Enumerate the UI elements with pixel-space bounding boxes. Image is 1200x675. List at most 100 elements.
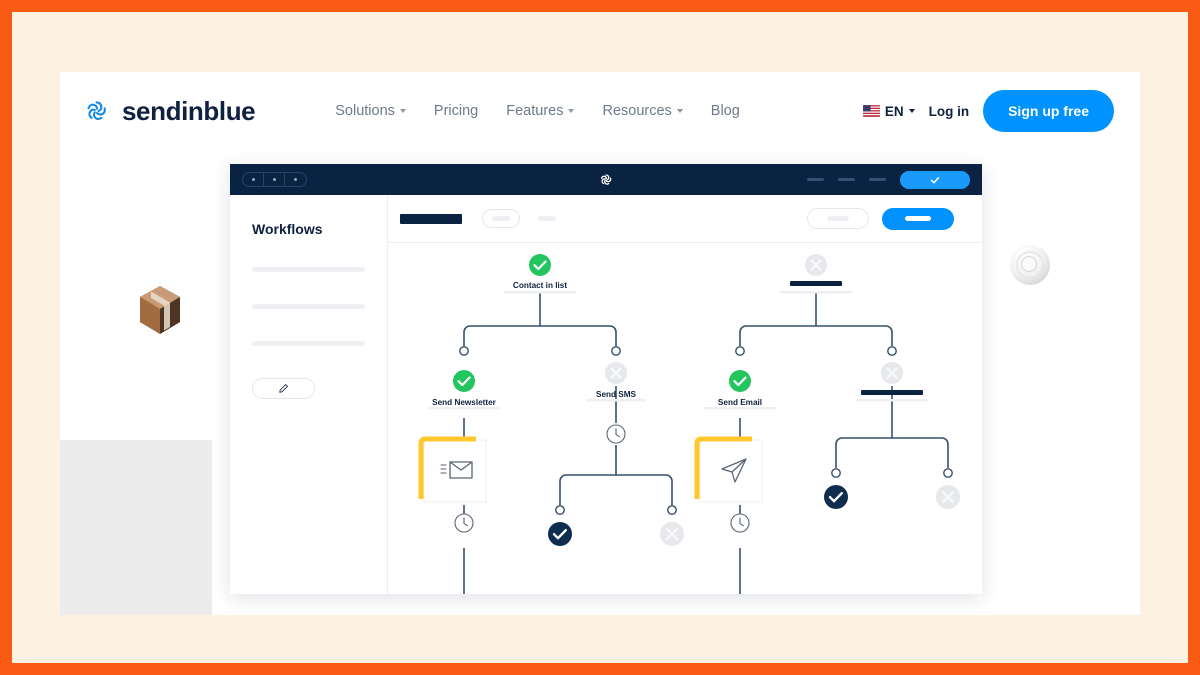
3d-box-object (140, 286, 180, 334)
outcome-sms-yes (548, 522, 572, 546)
check-icon (930, 176, 940, 183)
status-badge-send-newsletter (453, 370, 475, 392)
product-app-window: Workflows Contact in list Send Newslette… (230, 164, 982, 594)
workflow-canvas[interactable]: .ln { fill:none; stroke:#35506F; stroke-… (388, 243, 982, 594)
sidebar-placeholder-line[interactable] (252, 267, 365, 272)
toolbar-secondary-button[interactable] (807, 208, 869, 229)
page-left-panel (60, 150, 212, 440)
nav-dot[interactable] (285, 173, 306, 186)
nav-item-solutions[interactable]: Solutions (335, 103, 406, 119)
connector-dot (459, 346, 469, 356)
nav-label: Resources (602, 103, 672, 119)
chevron-down-icon (399, 109, 406, 113)
timer-sms (606, 424, 626, 444)
nav-label: Pricing (433, 103, 479, 119)
toolbar-pill-button[interactable] (482, 209, 520, 228)
window-dash-icon (869, 178, 886, 181)
sidebar-title: Workflows (252, 221, 323, 237)
node-label-right-action (861, 390, 923, 395)
toolbar-ghost-button[interactable] (538, 216, 556, 221)
label-underline (780, 291, 852, 294)
app-main: .ln { fill:none; stroke:#35506F; stroke-… (388, 195, 982, 594)
connector-dot (667, 505, 677, 515)
app-sidebar: Workflows (230, 195, 388, 594)
left-branch-connectors (463, 291, 617, 346)
right-right (892, 437, 949, 468)
status-badge-right-action (881, 362, 903, 384)
connector-dot (611, 346, 621, 356)
node-label-contact-in-list: Contact in list (512, 281, 568, 290)
signup-button[interactable]: Sign up free (983, 90, 1114, 132)
language-selector[interactable]: EN (862, 103, 915, 119)
site-header: sendinblue Solutions Pricing Features Re… (60, 72, 1140, 150)
window-controls (807, 170, 970, 189)
page-frame: sendinblue Solutions Pricing Features Re… (0, 0, 1200, 675)
toolbar-actions (807, 207, 954, 230)
node-label-right-trigger (790, 281, 842, 286)
brand-name: sendinblue (122, 95, 256, 126)
status-badge-send-sms (605, 362, 627, 384)
window-nav-dots[interactable] (242, 172, 307, 187)
sidebar-edit-button[interactable] (252, 378, 315, 399)
pencil-icon (279, 384, 288, 393)
app-titlebar (230, 164, 982, 195)
main-nav: Solutions Pricing Features Resources Blo… (335, 103, 740, 119)
toolbar-primary-button[interactable] (882, 207, 954, 230)
label-underline (704, 407, 776, 410)
status-badge-send-email (729, 370, 751, 392)
brand-logo[interactable]: sendinblue (82, 95, 256, 127)
sms-left (559, 474, 616, 505)
nav-dot[interactable] (264, 173, 285, 186)
nav-dot[interactable] (243, 173, 264, 186)
outcome-sms-no (660, 522, 684, 546)
label-underline (428, 407, 500, 410)
outcome-right-no (936, 485, 960, 509)
toolbar-title-placeholder (400, 213, 462, 224)
nav-label: Features (506, 103, 564, 119)
nav-item-blog[interactable]: Blog (711, 103, 740, 119)
app-toolbar (388, 195, 982, 243)
chevron-down-icon (568, 109, 575, 113)
connector-dot (831, 468, 841, 478)
connector-dot (943, 468, 953, 478)
us-flag-icon (862, 105, 880, 117)
sidebar-placeholder-line[interactable] (252, 304, 365, 309)
sms-right (616, 474, 673, 505)
window-dash-icon (838, 178, 855, 181)
chevron-down-icon (908, 109, 915, 113)
login-link[interactable]: Log in (929, 104, 970, 119)
nav-item-pricing[interactable]: Pricing (434, 103, 478, 119)
node-label-send-newsletter: Send Newsletter (432, 398, 496, 407)
connector-dot (887, 346, 897, 356)
label-underline (856, 399, 928, 402)
timer-newsletter (454, 513, 474, 533)
page-background: sendinblue Solutions Pricing Features Re… (12, 12, 1188, 663)
workflow-diagram: .ln { fill:none; stroke:#35506F; stroke-… (418, 254, 960, 594)
window-dash-icon (807, 178, 824, 181)
titlebar-action-button[interactable] (900, 170, 970, 189)
connector-dot (735, 346, 745, 356)
outcome-right-yes (824, 485, 848, 509)
nav-item-resources[interactable]: Resources (602, 103, 683, 119)
label-underline (586, 399, 646, 402)
node-label-send-email: Send Email (717, 398, 763, 407)
connector-dot (555, 505, 565, 515)
right-branch-connectors (739, 291, 893, 346)
newsletter-card (418, 436, 487, 503)
header-actions: EN Log in Sign up free (862, 90, 1114, 132)
right-left (835, 437, 892, 468)
email-card (694, 436, 763, 503)
3d-ring-object (1010, 245, 1050, 285)
nav-item-features[interactable]: Features (506, 103, 575, 119)
timer-email (730, 513, 750, 533)
language-code: EN (884, 103, 904, 119)
node-label-send-sms: Send SMS (595, 390, 637, 399)
chevron-down-icon (676, 109, 683, 113)
nav-label: Solutions (335, 103, 395, 119)
nav-label: Blog (710, 103, 740, 119)
sidebar-placeholder-line[interactable] (252, 341, 365, 346)
status-badge-contact-in-list (529, 254, 551, 276)
sendinblue-pinwheel-icon (87, 100, 106, 120)
sendinblue-pinwheel-icon (600, 173, 612, 185)
label-underline (504, 291, 576, 294)
